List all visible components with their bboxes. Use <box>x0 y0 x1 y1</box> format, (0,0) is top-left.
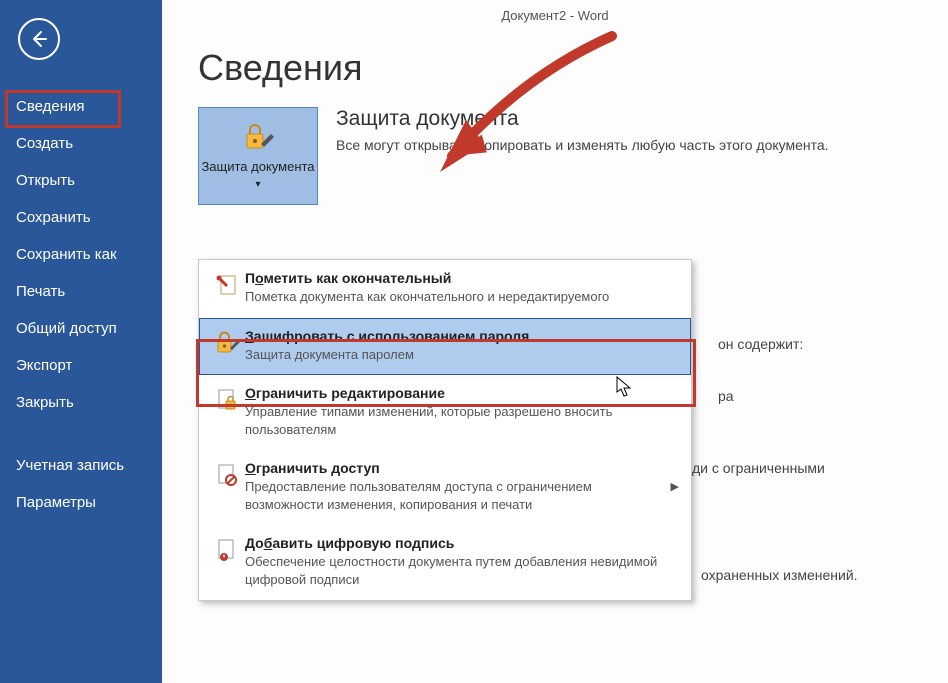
mark-final-icon <box>211 270 245 298</box>
menu-item-title: Ограничить доступ <box>245 460 665 476</box>
menu-item-restrict-access[interactable]: Ограничить доступ Предоставление пользов… <box>199 450 691 525</box>
protect-heading: Защита документа <box>336 107 829 131</box>
menu-item-mark-final[interactable]: Пометить как окончательный Пометка докум… <box>199 260 691 318</box>
content-area: Документ2 - Word Сведения Защита докумен… <box>162 0 948 683</box>
bg-text-fragment: ди с ограниченными <box>692 460 825 476</box>
protect-section: Защита документа Защита документа Все мо… <box>162 107 948 205</box>
menu-item-desc: Защита документа паролем <box>245 346 679 364</box>
backstage-sidebar: Сведения Создать Открыть Сохранить Сохра… <box>0 0 162 683</box>
document-signature-icon <box>211 535 245 563</box>
menu-item-desc: Предоставление пользователям доступа с о… <box>245 478 665 513</box>
menu-item-restrict-editing[interactable]: Ограничить редактирование Управление тип… <box>199 375 691 450</box>
menu-item-title: Добавить цифровую подпись <box>245 535 679 551</box>
sidebar-item-save[interactable]: Сохранить <box>0 199 162 236</box>
app-root: Сведения Создать Открыть Сохранить Сохра… <box>0 0 948 683</box>
bg-text-fragment: ра <box>718 388 734 404</box>
menu-item-desc: Пометка документа как окончательного и н… <box>245 288 679 306</box>
sidebar-item-share[interactable]: Общий доступ <box>0 310 162 347</box>
sidebar-item-export[interactable]: Экспорт <box>0 347 162 384</box>
back-arrow-icon <box>29 29 49 49</box>
lock-key-icon <box>211 328 245 356</box>
page-title: Сведения <box>162 23 948 107</box>
document-lock-icon <box>211 385 245 413</box>
menu-item-desc: Обеспечение целостности документа путем … <box>245 553 679 588</box>
document-restrict-icon <box>211 460 245 488</box>
sidebar-item-open[interactable]: Открыть <box>0 162 162 199</box>
sidebar-item-new[interactable]: Создать <box>0 125 162 162</box>
protect-document-button[interactable]: Защита документа <box>198 107 318 205</box>
bg-text-fragment: охраненных изменений. <box>701 567 858 583</box>
protect-description: Все могут открывать, копировать и изменя… <box>336 137 829 153</box>
lock-key-icon <box>241 122 275 155</box>
menu-item-title: Ограничить редактирование <box>245 385 679 401</box>
sidebar-item-options[interactable]: Параметры <box>0 484 162 521</box>
menu-item-title: Зашифровать с использованием пароля <box>245 328 679 344</box>
sidebar-item-saveas[interactable]: Сохранить как <box>0 236 162 273</box>
menu-item-title: Пометить как окончательный <box>245 270 679 286</box>
menu-item-encrypt-password[interactable]: Зашифровать с использованием пароля Защи… <box>199 318 691 376</box>
protect-info: Защита документа Все могут открывать, ко… <box>318 107 829 153</box>
bg-text-fragment: он содержит: <box>718 336 803 352</box>
sidebar-item-info[interactable]: Сведения <box>0 88 162 125</box>
sidebar-item-close[interactable]: Закрыть <box>0 384 162 421</box>
menu-item-desc: Управление типами изменений, которые раз… <box>245 403 679 438</box>
back-button[interactable] <box>18 18 60 60</box>
protect-button-label: Защита документа <box>199 159 317 191</box>
sidebar-item-account[interactable]: Учетная запись <box>0 447 162 484</box>
window-title: Документ2 - Word <box>162 0 948 23</box>
sidebar-item-print[interactable]: Печать <box>0 273 162 310</box>
submenu-arrow-icon: ▶ <box>665 480 679 493</box>
menu-item-add-signature[interactable]: Добавить цифровую подпись Обеспечение це… <box>199 525 691 600</box>
protect-document-menu: Пометить как окончательный Пометка докум… <box>198 259 692 601</box>
